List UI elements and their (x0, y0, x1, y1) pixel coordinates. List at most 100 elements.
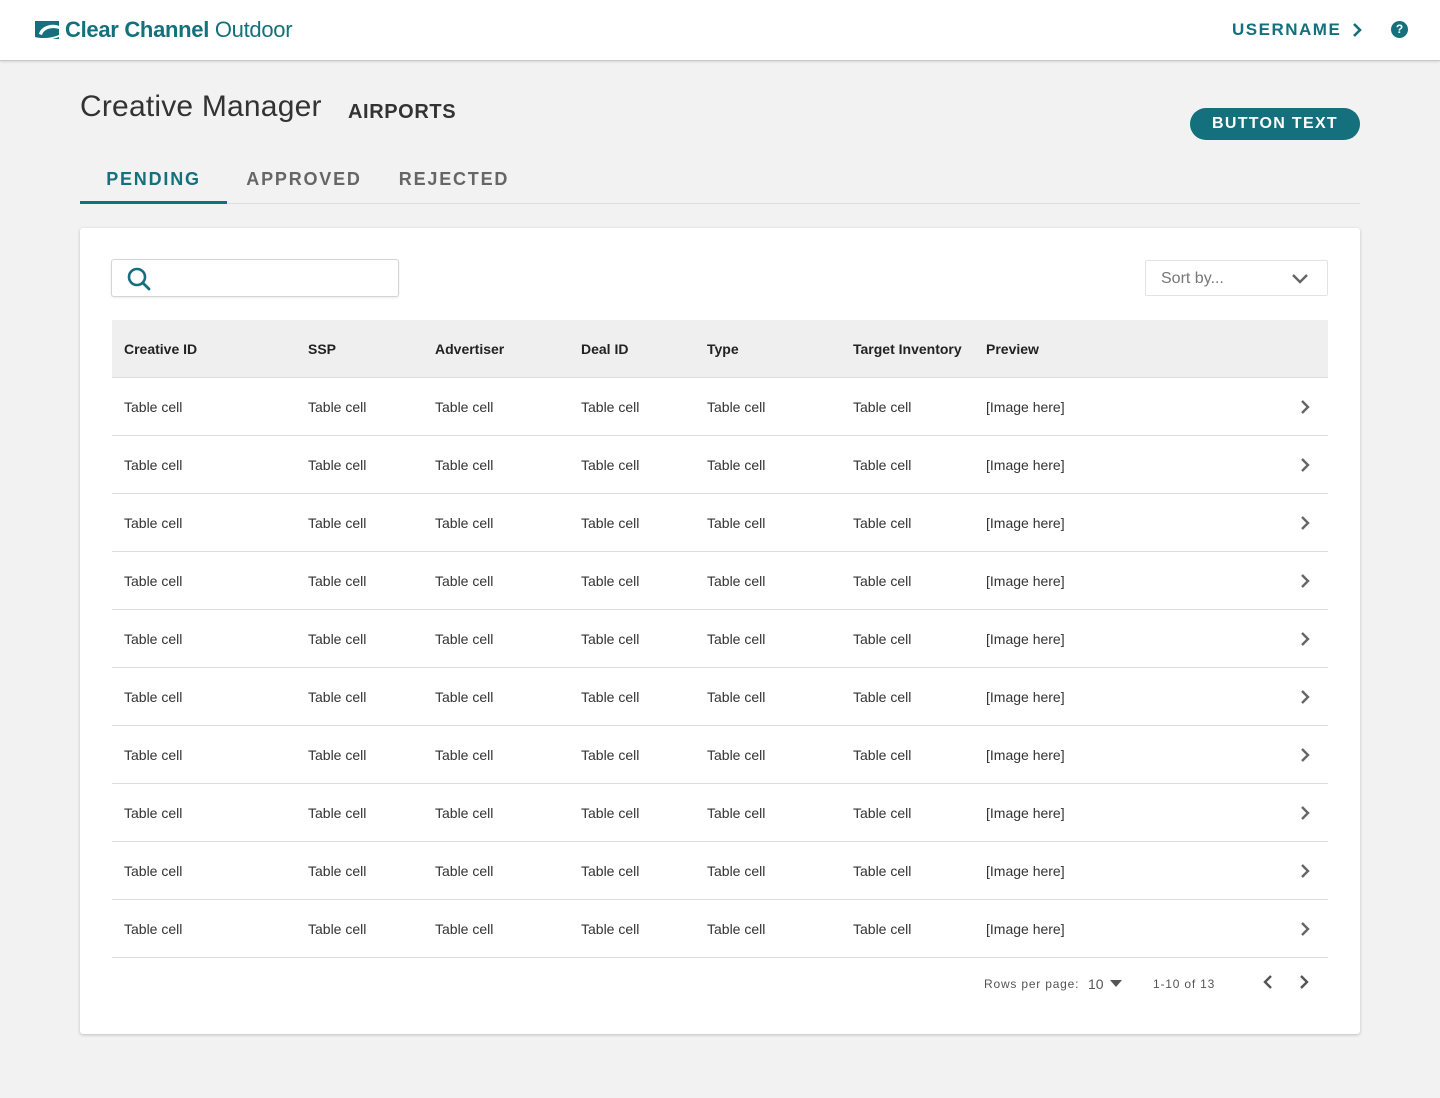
cell-advertiser: Table cell (435, 805, 494, 821)
rows-per-page-value: 10 (1088, 976, 1104, 992)
cell-preview: [Image here] (986, 631, 1065, 647)
cell-advertiser: Table cell (435, 921, 494, 937)
cell-deal-id: Table cell (581, 515, 640, 531)
tab-rejected[interactable]: REJECTED (390, 158, 518, 204)
search-icon (127, 267, 151, 291)
cell-type: Table cell (707, 805, 766, 821)
cell-target-inventory: Table cell (853, 689, 912, 705)
cell-creative-id: Table cell (124, 805, 183, 821)
column-header-deal-id[interactable]: Deal ID (581, 341, 628, 357)
help-circle-icon[interactable]: ? (1391, 21, 1408, 38)
cell-preview: [Image here] (986, 747, 1065, 763)
cell-type: Table cell (707, 573, 766, 589)
search-input[interactable] (160, 266, 388, 292)
cell-type: Table cell (707, 515, 766, 531)
cell-creative-id: Table cell (124, 457, 183, 473)
cell-type: Table cell (707, 689, 766, 705)
cell-deal-id: Table cell (581, 631, 640, 647)
cell-advertiser: Table cell (435, 457, 494, 473)
logo[interactable]: Clear Channel Outdoor (32, 17, 293, 43)
cell-target-inventory: Table cell (853, 457, 912, 473)
table-row[interactable]: Table cell Table cell Table cell Table cell… (112, 784, 1328, 842)
cell-type: Table cell (707, 631, 766, 647)
chevron-right-icon[interactable] (1299, 974, 1309, 990)
chevron-right-icon[interactable] (1300, 515, 1310, 531)
cell-ssp: Table cell (308, 863, 367, 879)
cell-advertiser: Table cell (435, 515, 494, 531)
column-header-target-inventory[interactable]: Target Inventory (853, 341, 962, 357)
cell-preview: [Image here] (986, 399, 1065, 415)
cell-preview: [Image here] (986, 689, 1065, 705)
user-menu[interactable]: USERNAME (1232, 19, 1363, 41)
search-box[interactable] (111, 259, 399, 297)
cell-advertiser: Table cell (435, 689, 494, 705)
table-row[interactable]: Table cell Table cell Table cell Table cell… (112, 900, 1328, 958)
cell-target-inventory: Table cell (853, 399, 912, 415)
cell-ssp: Table cell (308, 515, 367, 531)
cell-ssp: Table cell (308, 631, 367, 647)
table-row[interactable]: Table cell Table cell Table cell Table cell… (112, 668, 1328, 726)
rows-per-page-label: Rows per page: (984, 977, 1080, 991)
cell-deal-id: Table cell (581, 805, 640, 821)
cell-preview: [Image here] (986, 863, 1065, 879)
cell-creative-id: Table cell (124, 515, 183, 531)
cell-type: Table cell (707, 747, 766, 763)
cell-advertiser: Table cell (435, 863, 494, 879)
cell-deal-id: Table cell (581, 457, 640, 473)
table-row[interactable]: Table cell Table cell Table cell Table cell… (112, 494, 1328, 552)
cell-type: Table cell (707, 457, 766, 473)
chevron-left-icon[interactable] (1263, 974, 1273, 990)
primary-action-button[interactable]: BUTTON TEXT (1190, 108, 1360, 140)
tab-pending[interactable]: PENDING (80, 158, 227, 204)
table-row[interactable]: Table cell Table cell Table cell Table cell… (112, 842, 1328, 900)
cell-deal-id: Table cell (581, 573, 640, 589)
tab-bar: PENDING APPROVED REJECTED (80, 158, 1360, 204)
cell-ssp: Table cell (308, 747, 367, 763)
cell-preview: [Image here] (986, 457, 1065, 473)
cell-advertiser: Table cell (435, 631, 494, 647)
chevron-right-icon[interactable] (1300, 921, 1310, 937)
column-header-creative-id[interactable]: Creative ID (124, 341, 197, 357)
cell-creative-id: Table cell (124, 573, 183, 589)
cell-target-inventory: Table cell (853, 747, 912, 763)
chevron-right-icon[interactable] (1300, 863, 1310, 879)
chevron-right-icon[interactable] (1300, 457, 1310, 473)
tab-approved[interactable]: APPROVED (240, 158, 368, 204)
cell-ssp: Table cell (308, 457, 367, 473)
cell-target-inventory: Table cell (853, 921, 912, 937)
cell-type: Table cell (707, 399, 766, 415)
sort-label: Sort by... (1161, 270, 1224, 287)
cell-creative-id: Table cell (124, 399, 183, 415)
rows-per-page-select[interactable]: 10 (1088, 974, 1122, 994)
chevron-right-icon[interactable] (1300, 399, 1310, 415)
cell-advertiser: Table cell (435, 399, 494, 415)
chevron-right-icon[interactable] (1300, 573, 1310, 589)
column-header-ssp[interactable]: SSP (308, 341, 336, 357)
chevron-right-icon[interactable] (1300, 631, 1310, 647)
column-header-type[interactable]: Type (707, 341, 739, 357)
cell-target-inventory: Table cell (853, 573, 912, 589)
clear-channel-logo-icon (35, 21, 59, 41)
table-body: Table cell Table cell Table cell Table cell… (112, 378, 1328, 958)
table-row[interactable]: Table cell Table cell Table cell Table cell… (112, 552, 1328, 610)
table-row[interactable]: Table cell Table cell Table cell Table cell… (112, 436, 1328, 494)
chevron-right-icon[interactable] (1300, 747, 1310, 763)
caret-down-icon (1109, 980, 1122, 987)
cell-ssp: Table cell (308, 805, 367, 821)
table-row[interactable]: Table cell Table cell Table cell Table cell… (112, 726, 1328, 784)
table-row[interactable]: Table cell Table cell Table cell Table cell… (112, 610, 1328, 668)
cell-preview: [Image here] (986, 515, 1065, 531)
column-header-advertiser[interactable]: Advertiser (435, 341, 504, 357)
chevron-right-icon[interactable] (1300, 689, 1310, 705)
page-range-label: 1-10 of 13 (1153, 977, 1216, 991)
cell-ssp: Table cell (308, 573, 367, 589)
chevron-right-icon[interactable] (1300, 805, 1310, 821)
cell-creative-id: Table cell (124, 631, 183, 647)
page-subtitle: AIRPORTS (348, 101, 457, 123)
cell-creative-id: Table cell (124, 863, 183, 879)
table-row[interactable]: Table cell Table cell Table cell Table cell… (112, 378, 1328, 436)
pagination: Rows per page: 10 1-10 of 13 (984, 974, 1314, 994)
cell-ssp: Table cell (308, 689, 367, 705)
sort-dropdown[interactable]: Sort by... (1145, 260, 1328, 296)
cell-preview: [Image here] (986, 805, 1065, 821)
